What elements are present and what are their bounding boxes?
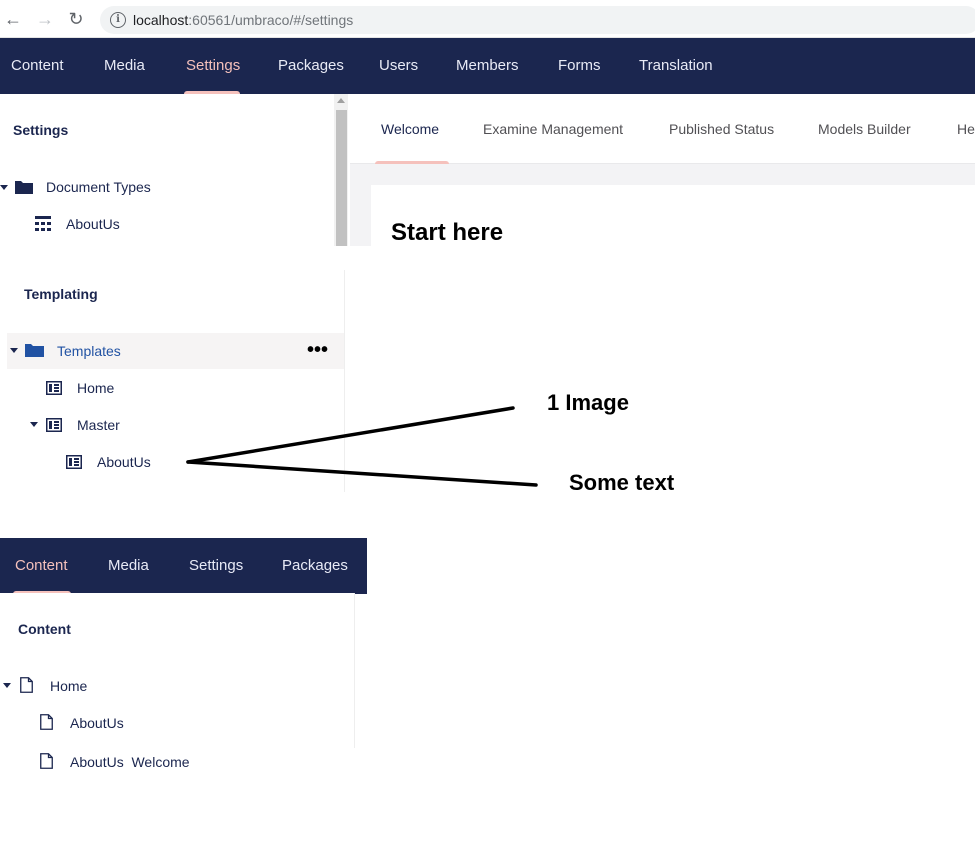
content-navigation: Content Media Settings Packages — [0, 538, 367, 594]
nav-item-settings[interactable]: Settings — [189, 538, 243, 594]
annotation-label-image: 1 Image — [547, 390, 629, 415]
document-icon — [40, 753, 53, 769]
document-icon — [40, 714, 53, 730]
caret-down-icon[interactable] — [3, 683, 11, 688]
content-tree-panel — [0, 593, 355, 748]
nav-item-packages[interactable]: Packages — [282, 538, 348, 594]
nav-item-media[interactable]: Media — [108, 538, 149, 594]
nav-item-content[interactable]: Content — [15, 538, 68, 594]
tree-item-aboutus-welcome[interactable]: AboutUs Welcome — [70, 754, 190, 770]
annotation-label-text: Some text — [569, 470, 675, 495]
document-icon — [20, 677, 33, 693]
tree-item-aboutus-content[interactable]: AboutUs — [70, 715, 124, 731]
tree-item-home-content[interactable]: Home — [50, 678, 87, 694]
content-tree-title: Content — [18, 621, 71, 637]
